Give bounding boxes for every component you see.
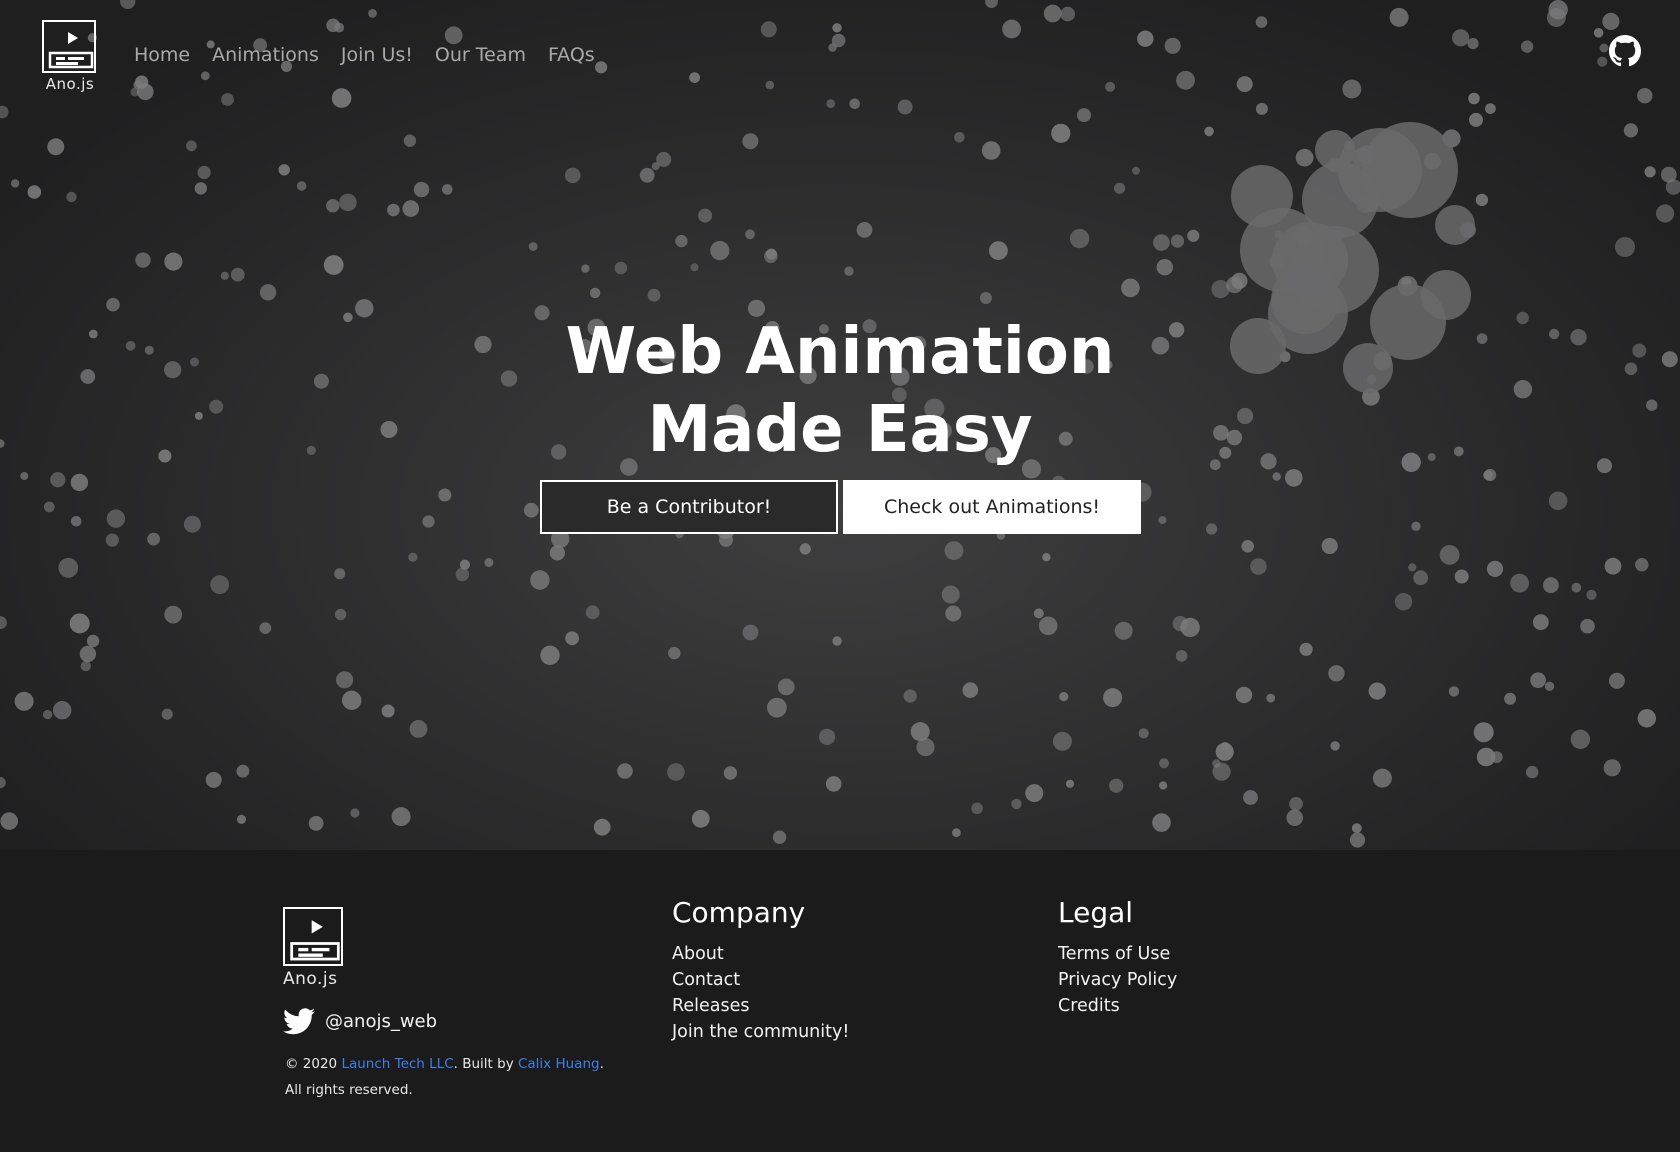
footer-link-terms[interactable]: Terms of Use xyxy=(1058,941,1177,967)
hero-section: Ano.js Home Animations Join Us! Our Team… xyxy=(0,0,1680,850)
nav-item-animations[interactable]: Animations xyxy=(212,44,319,66)
animations-button[interactable]: Check out Animations! xyxy=(843,480,1141,534)
logo-icon xyxy=(283,907,343,966)
footer-link-credits[interactable]: Credits xyxy=(1058,993,1177,1019)
copyright: © 2020 Launch Tech LLC. Built by Calix H… xyxy=(285,1051,615,1103)
footer-link-about[interactable]: About xyxy=(672,941,849,967)
nav-item-home[interactable]: Home xyxy=(134,44,190,66)
copyright-prefix: © 2020 xyxy=(285,1056,342,1072)
logo-icon xyxy=(42,20,96,73)
footer-logo-text: Ano.js xyxy=(283,969,338,989)
twitter-icon xyxy=(283,1008,315,1035)
github-icon[interactable] xyxy=(1609,35,1641,67)
footer-company-column: Company About Contact Releases Join the … xyxy=(672,895,849,1045)
company-link[interactable]: Launch Tech LLC xyxy=(341,1056,453,1072)
built-by-text: . Built by xyxy=(453,1056,518,1072)
twitter-handle: @anojs_web xyxy=(325,1011,438,1032)
hero-title: Web Animation Made Easy xyxy=(440,313,1240,469)
hero-title-line1: Web Animation xyxy=(565,315,1115,389)
footer-link-contact[interactable]: Contact xyxy=(672,967,849,993)
author-link[interactable]: Calix Huang xyxy=(518,1056,600,1072)
legal-heading: Legal xyxy=(1058,896,1134,929)
footer-link-releases[interactable]: Releases xyxy=(672,993,849,1019)
footer-link-community[interactable]: Join the community! xyxy=(672,1019,849,1045)
company-heading: Company xyxy=(672,896,806,929)
main-nav: Home Animations Join Us! Our Team FAQs xyxy=(134,44,595,66)
header-logo[interactable]: Ano.js xyxy=(42,20,98,93)
footer: Ano.js @anojs_web © 2020 Launch Tech LLC… xyxy=(0,850,1680,1152)
twitter-link[interactable]: @anojs_web xyxy=(283,1008,437,1035)
nav-item-faqs[interactable]: FAQs xyxy=(548,44,595,66)
contributor-button[interactable]: Be a Contributor! xyxy=(540,480,838,534)
footer-link-privacy[interactable]: Privacy Policy xyxy=(1058,967,1177,993)
logo-text: Ano.js xyxy=(45,75,95,93)
footer-legal-column: Legal Terms of Use Privacy Policy Credit… xyxy=(1058,895,1177,1019)
nav-item-join-us[interactable]: Join Us! xyxy=(341,44,413,66)
hero-title-line2: Made Easy xyxy=(647,393,1033,467)
footer-logo[interactable]: Ano.js xyxy=(283,907,343,989)
nav-item-our-team[interactable]: Our Team xyxy=(435,44,526,66)
